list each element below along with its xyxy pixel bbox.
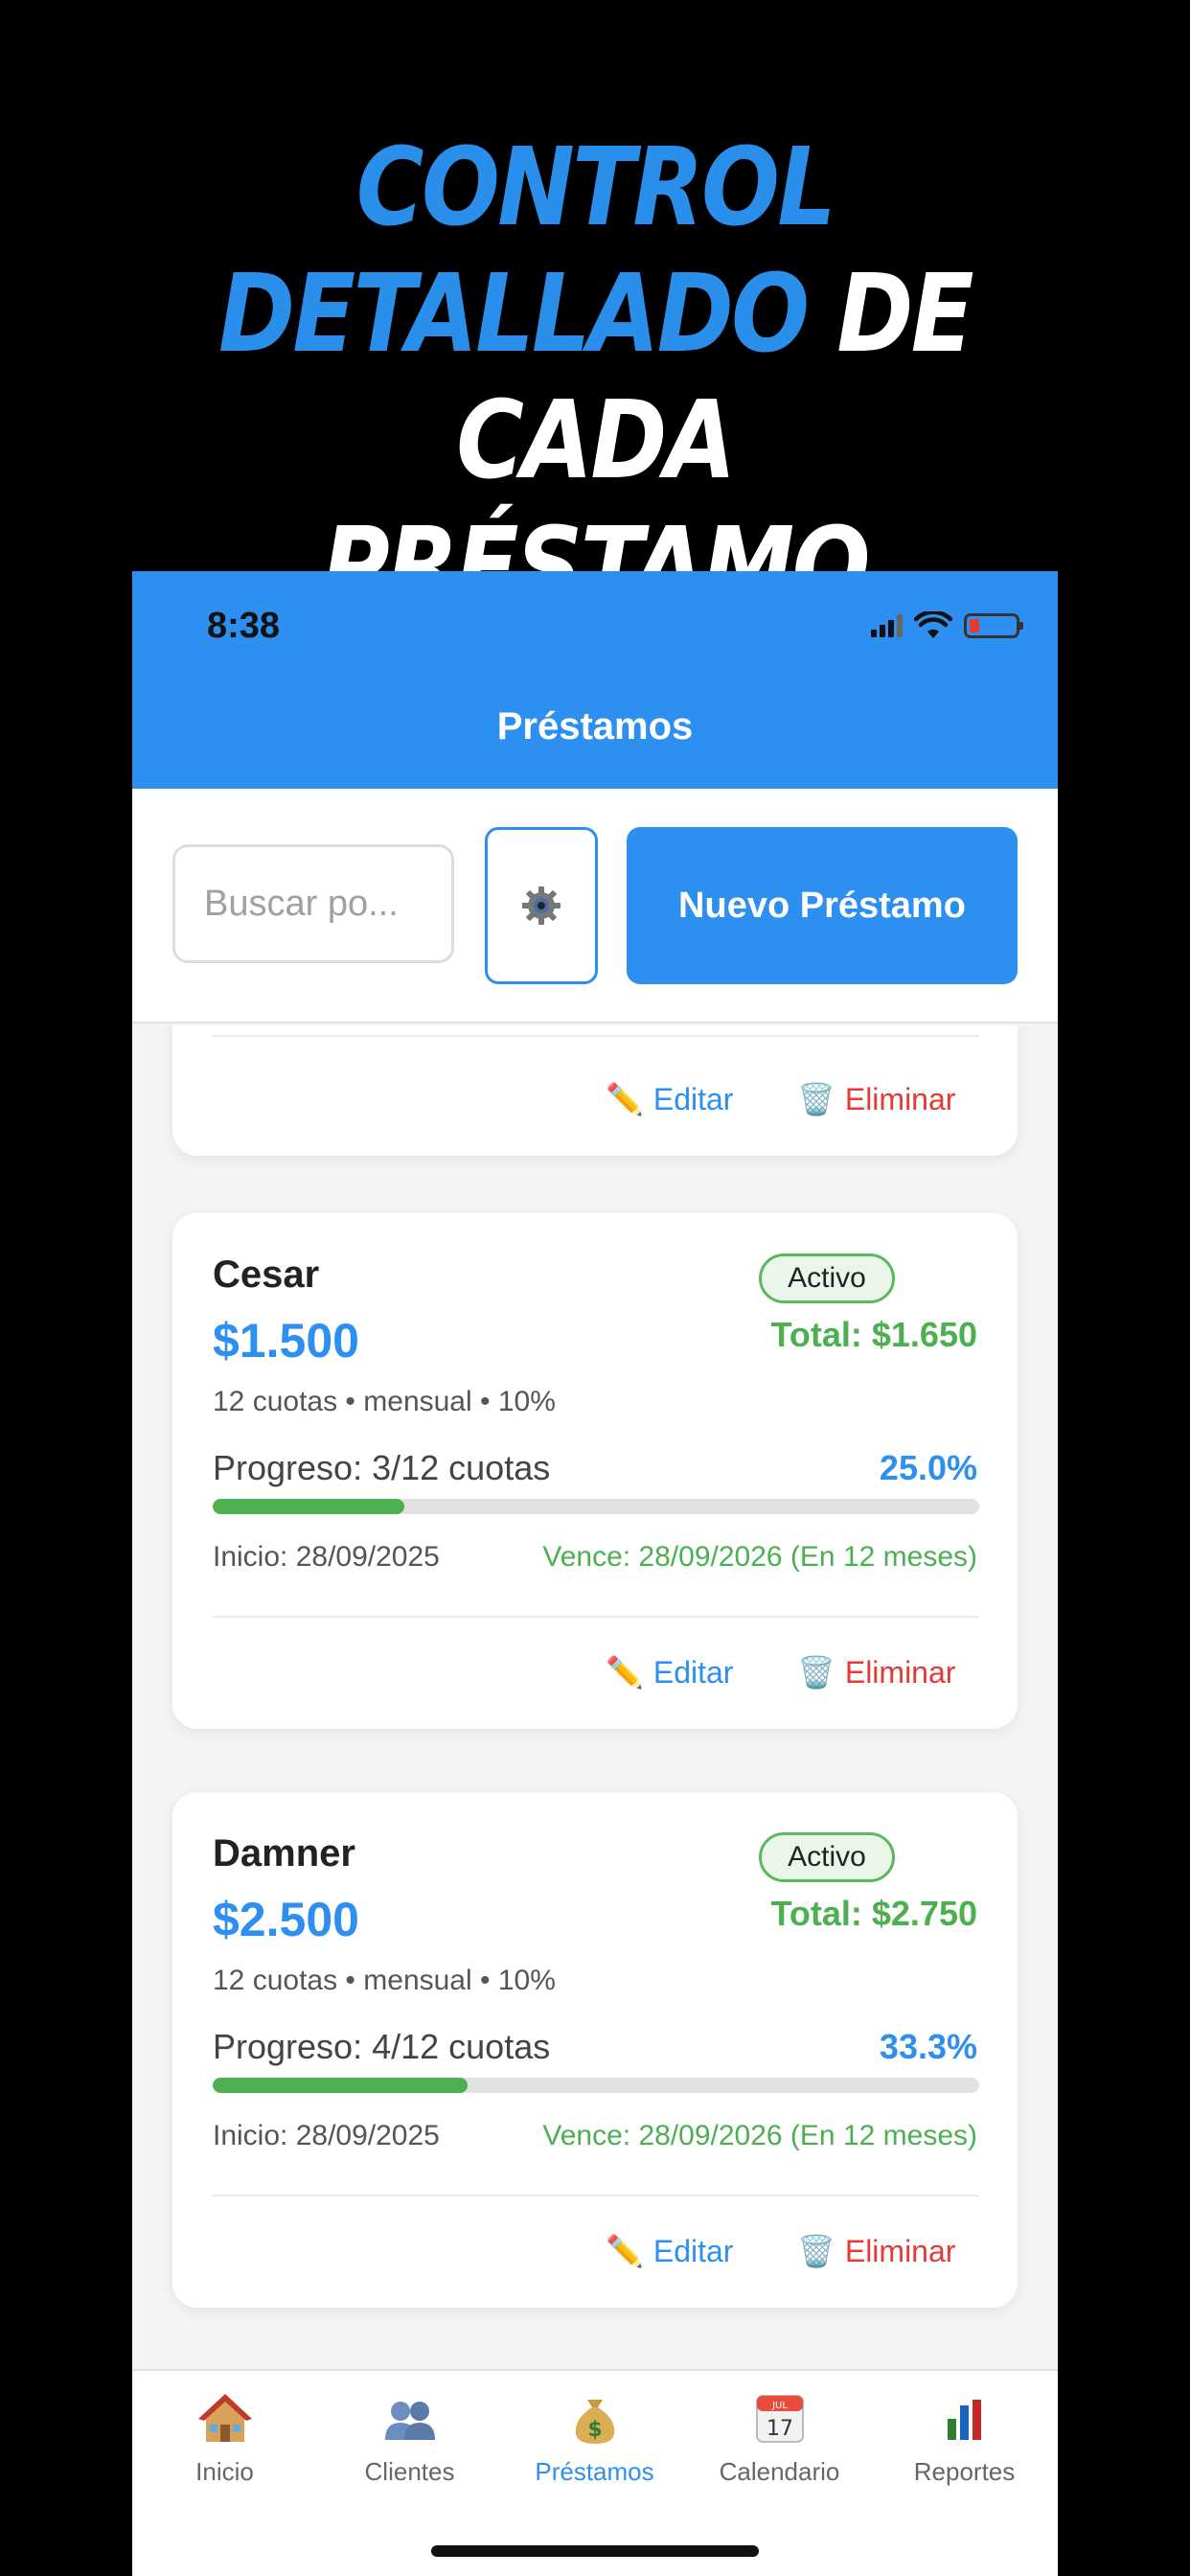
due-date: Vence: 28/09/2026 (En 12 meses): [542, 2120, 977, 2151]
progress-bar-fill: [213, 1499, 404, 1514]
loan-card: ✏️ Editar 🗑️ Eliminar: [172, 1025, 1018, 1156]
progress-label: Progreso: 3/12 cuotas: [213, 1448, 551, 1487]
edit-label: Editar: [652, 2233, 734, 2268]
loan-amount: $1.500: [213, 1314, 359, 1368]
trash-icon: 🗑️: [797, 1082, 835, 1116]
users-icon: [384, 2402, 435, 2440]
loan-total: Total: $1.650: [770, 1315, 977, 1354]
new-loan-button[interactable]: Nuevo Préstamo: [627, 827, 1018, 984]
toolbar: Nuevo Préstamo: [132, 789, 1058, 1024]
loan-list[interactable]: ✏️ Editar 🗑️ Eliminar Cesar Activo $1.500 …: [132, 1025, 1058, 2367]
wifi-icon: [914, 611, 952, 638]
phone-screen: 8:38 Préstamos Buscar po... Nuevo Présta…: [132, 571, 1058, 2576]
edit-label: Editar: [652, 1081, 734, 1116]
delete-button[interactable]: 🗑️ Eliminar: [797, 2233, 955, 2269]
bar-chart-icon: [941, 2396, 988, 2442]
loan-terms: 12 cuotas • mensual • 10%: [213, 1386, 556, 1417]
status-time: 8:38: [207, 606, 281, 646]
card-divider: [213, 1616, 979, 1618]
edit-button[interactable]: ✏️ Editar: [606, 2233, 733, 2269]
pencil-icon: ✏️: [606, 2234, 644, 2268]
money-bag-icon: $: [575, 2400, 614, 2444]
edit-button[interactable]: ✏️ Editar: [606, 1081, 733, 1117]
calendar-icon: JUL 17: [755, 2395, 804, 2443]
trash-icon: 🗑️: [797, 2234, 835, 2268]
house-icon: [197, 2394, 252, 2442]
status-badge: Activo: [759, 1254, 895, 1303]
signal-icon: [871, 614, 903, 637]
loan-card[interactable]: Damner Activo $2.500 Total: $2.750 12 cu…: [172, 1792, 1018, 2308]
tab-calendario[interactable]: JUL 17 Calendario: [687, 2390, 872, 2487]
svg-text:$: $: [587, 2418, 602, 2442]
settings-button[interactable]: [485, 827, 598, 984]
tab-reportes[interactable]: Reportes: [872, 2390, 1057, 2487]
loan-total: Total: $2.750: [770, 1894, 977, 1933]
due-date: Vence: 28/09/2026 (En 12 meses): [542, 1541, 977, 1573]
progress-percent: 25.0%: [879, 1448, 977, 1487]
home-indicator[interactable]: [431, 2545, 759, 2557]
progress-bar: [213, 2078, 979, 2093]
status-icons: [871, 611, 1023, 640]
progress-bar: [213, 1499, 979, 1514]
status-badge: Activo: [759, 1832, 895, 1882]
loan-amount: $2.500: [213, 1893, 359, 1946]
loan-terms: 12 cuotas • mensual • 10%: [213, 1965, 556, 1996]
tab-label: Reportes: [913, 2457, 1016, 2486]
client-name: Cesar: [213, 1254, 320, 1296]
calendar-month: JUL: [771, 2401, 788, 2411]
hero-line-1: CONTROL: [355, 126, 836, 250]
tab-label: Inicio: [195, 2457, 254, 2486]
edit-label: Editar: [652, 1654, 734, 1690]
search-input[interactable]: [172, 844, 454, 963]
tab-inicio[interactable]: Inicio: [132, 2390, 317, 2487]
delete-button[interactable]: 🗑️ Eliminar: [797, 1654, 955, 1690]
tab-label: Calendario: [719, 2457, 840, 2486]
start-date: Inicio: 28/09/2025: [213, 1541, 440, 1573]
hero-line-2-blue: DETALLADO: [218, 252, 810, 377]
app-header: 8:38 Préstamos: [132, 571, 1058, 789]
edit-button[interactable]: ✏️ Editar: [606, 1654, 733, 1690]
pencil-icon: ✏️: [606, 1655, 644, 1690]
tab-label: Préstamos: [535, 2457, 654, 2486]
client-name: Damner: [213, 1832, 355, 1874]
calendar-day: 17: [767, 2417, 793, 2441]
tab-label: Clientes: [364, 2457, 455, 2486]
tab-clientes[interactable]: Clientes: [317, 2390, 502, 2487]
gear-icon: [522, 886, 561, 925]
tab-prestamos[interactable]: $ Préstamos: [502, 2390, 687, 2487]
pencil-icon: ✏️: [606, 1082, 644, 1116]
delete-label: Eliminar: [844, 1081, 956, 1116]
delete-button[interactable]: 🗑️ Eliminar: [797, 1081, 955, 1117]
progress-bar-fill: [213, 2078, 469, 2093]
trash-icon: 🗑️: [797, 1655, 835, 1690]
start-date: Inicio: 28/09/2025: [213, 2120, 440, 2151]
battery-icon: [964, 613, 1023, 638]
loan-card[interactable]: Cesar Activo $1.500 Total: $1.650 12 cuo…: [172, 1213, 1018, 1729]
hero-heading: CONTROL DETALLADO DE CADA PRÉSTAMO: [83, 125, 1107, 631]
card-divider: [213, 1035, 979, 1037]
progress-percent: 33.3%: [879, 2027, 977, 2066]
delete-label: Eliminar: [844, 2233, 956, 2268]
page-title: Préstamos: [496, 705, 694, 748]
delete-label: Eliminar: [844, 1654, 956, 1690]
progress-label: Progreso: 4/12 cuotas: [213, 2027, 551, 2066]
card-divider: [213, 2195, 979, 2196]
